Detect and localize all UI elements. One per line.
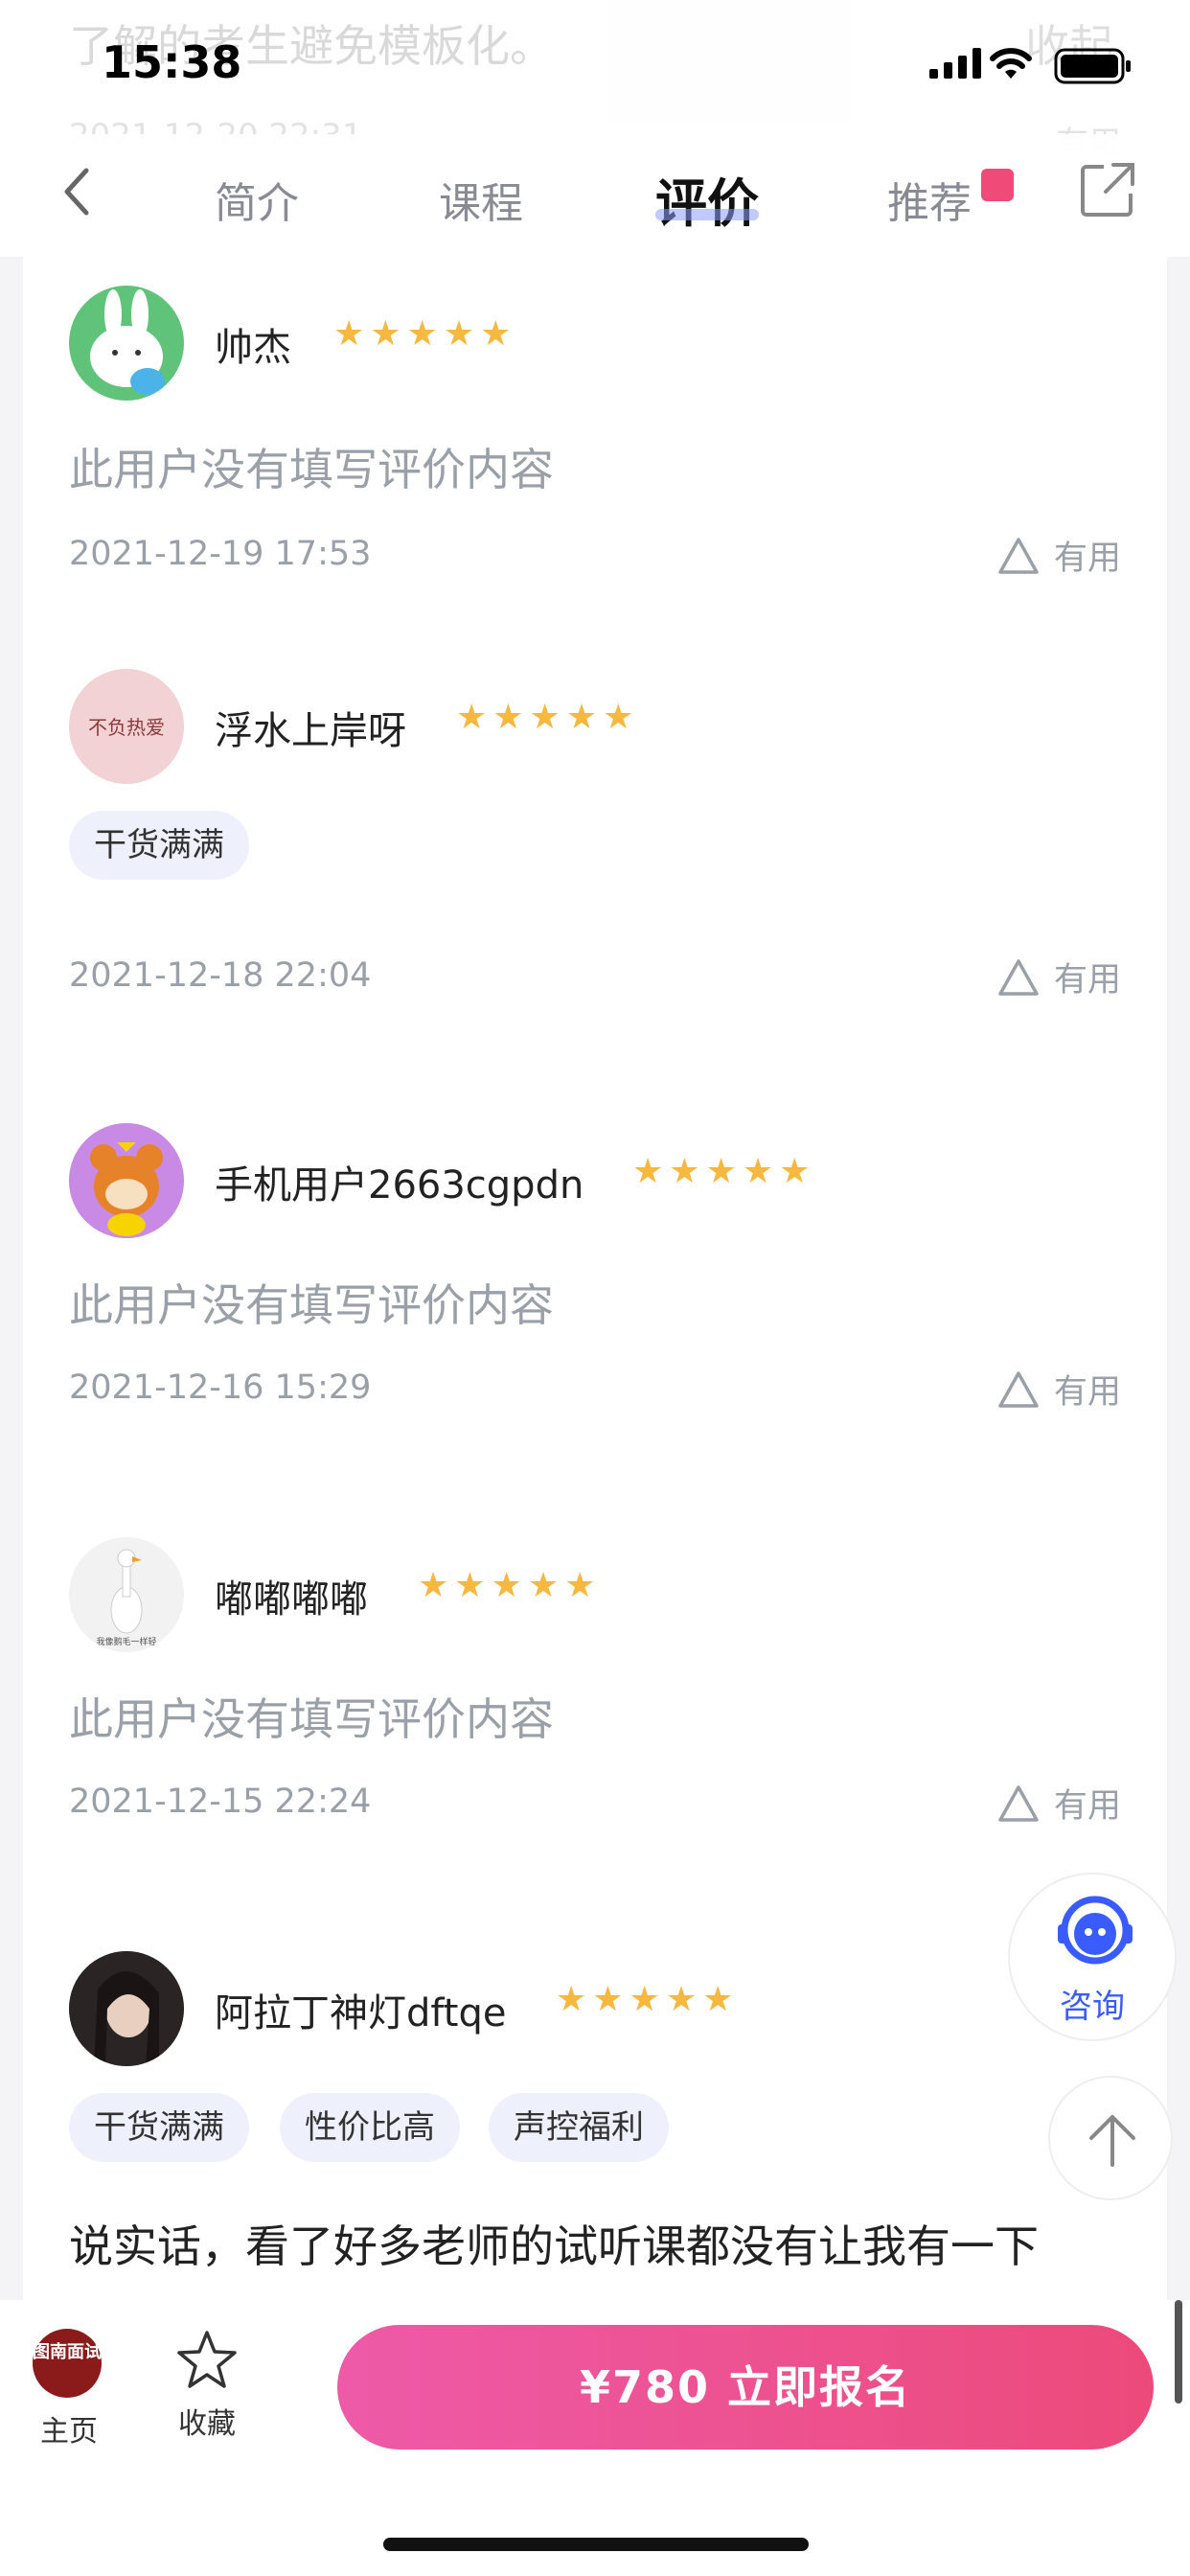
review-date: 2021-12-16 15:29 <box>69 1368 372 1407</box>
review-content: 此用户没有填写评价内容 <box>69 444 554 495</box>
home-indicator[interactable] <box>383 2538 809 2551</box>
rating-stars: ★★★★★ <box>456 698 640 737</box>
share-icon[interactable] <box>1079 161 1136 218</box>
recommend-badge-icon <box>981 169 1014 201</box>
home-label: 主页 <box>40 2415 98 2449</box>
avatar[interactable]: 不负热爱 <box>69 669 184 784</box>
useful-button[interactable]: 有用 <box>996 953 1121 1001</box>
review-date: 2021-12-15 22:24 <box>69 1782 372 1821</box>
triangle-up-icon <box>998 537 1039 574</box>
rating-stars: ★★★★★ <box>556 1980 740 2019</box>
back-arrow-icon[interactable] <box>54 163 102 220</box>
rating-stars: ★★★★★ <box>632 1152 816 1191</box>
brand-logo-text: 图南面试 <box>33 2342 102 2362</box>
triangle-up-icon <box>998 958 1039 996</box>
star-outline-icon <box>177 2331 237 2388</box>
bottom-action-bar: 图南面试 主页 收藏 ¥780 立即报名 <box>0 2300 1190 2576</box>
consult-label: 咨询 <box>1060 1988 1125 2026</box>
tab-reviews[interactable]: 评价 <box>655 161 759 237</box>
review-tag: 声控福利 <box>489 2093 669 2162</box>
review-content: 此用户没有填写评价内容 <box>69 1693 554 1745</box>
favorite-label: 收藏 <box>178 2407 236 2441</box>
useful-button[interactable]: 有用 <box>996 1365 1121 1414</box>
useful-label: 有用 <box>1053 1373 1121 1412</box>
reviewer-name: 帅杰 <box>215 326 291 370</box>
avatar-text: 我像鹅毛一样轻 <box>96 1636 156 1647</box>
home-button[interactable]: 图南面试 主页 <box>33 2329 105 2450</box>
signup-button[interactable]: ¥780 立即报名 <box>337 2325 1154 2450</box>
useful-button[interactable]: 有用 <box>996 1779 1121 1828</box>
arrow-up-icon <box>1089 2115 1135 2167</box>
text-avatar-icon: 不负热爱 <box>69 669 184 784</box>
active-tab-underline <box>655 209 759 220</box>
review-date: 2021-12-18 22:04 <box>69 956 372 995</box>
tab-nav: 简介 课程 评价 推荐 <box>0 134 1190 257</box>
consult-button[interactable]: 咨询 <box>1008 1873 1177 2041</box>
review-tag: 干货满满 <box>69 811 249 880</box>
back-to-top-button[interactable] <box>1048 2076 1173 2200</box>
customer-service-icon <box>1058 1896 1133 1965</box>
review-tag: 干货满满 <box>69 2093 249 2162</box>
bear-avatar-icon <box>69 1123 184 1238</box>
rating-stars: ★★★★★ <box>333 314 517 354</box>
photo-avatar-icon <box>69 1951 184 2066</box>
review-tag: 性价比高 <box>280 2093 460 2162</box>
battery-icon <box>1054 48 1131 84</box>
avatar[interactable] <box>69 286 184 401</box>
reviewer-name: 阿拉丁神灯dftqe <box>215 1991 507 2036</box>
reviews-list: 帅杰 ★★★★★ 此用户没有填写评价内容 2021-12-19 17:53 有用… <box>23 257 1167 2300</box>
review-date: 2021-12-19 17:53 <box>69 535 372 573</box>
avatar[interactable] <box>69 1123 184 1238</box>
tab-course[interactable]: 课程 <box>439 169 523 230</box>
avatar[interactable]: 我像鹅毛一样轻 <box>69 1537 184 1652</box>
rabbit-avatar-icon <box>90 289 165 395</box>
wifi-icon <box>990 48 1032 79</box>
useful-button[interactable]: 有用 <box>996 531 1121 580</box>
useful-label: 有用 <box>1053 1787 1121 1826</box>
review-content: 此用户没有填写评价内容 <box>69 1279 554 1331</box>
scroll-indicator <box>1175 2300 1182 2404</box>
reviewer-name: 嘟嘟嘟嘟 <box>215 1577 368 1622</box>
status-bar: 了解的考生避免模板化。 收起 15:38 2021-12-20 22:31 有用 <box>0 0 1190 163</box>
goose-avatar-icon: 我像鹅毛一样轻 <box>69 1537 184 1652</box>
review-content: 说实话，看了好多老师的试听课都没有让我有一下 <box>69 2220 1039 2272</box>
tab-recommend[interactable]: 推荐 <box>887 169 972 230</box>
triangle-up-icon <box>998 1784 1039 1822</box>
tab-intro[interactable]: 简介 <box>215 169 299 230</box>
triangle-up-icon <box>998 1370 1039 1408</box>
rating-stars: ★★★★★ <box>418 1566 602 1605</box>
useful-label: 有用 <box>1053 961 1121 1000</box>
favorite-button[interactable]: 收藏 <box>169 2327 245 2442</box>
status-time: 15:38 <box>102 36 242 88</box>
avatar[interactable] <box>69 1951 184 2066</box>
cellular-signal-icon <box>929 48 981 79</box>
brand-logo: 图南面试 <box>33 2329 102 2398</box>
reviewer-name: 手机用户2663cgpdn <box>215 1163 584 1208</box>
reviewer-name: 浮水上岸呀 <box>215 709 406 753</box>
useful-label: 有用 <box>1053 540 1121 578</box>
avatar-text: 不负热爱 <box>88 716 165 739</box>
